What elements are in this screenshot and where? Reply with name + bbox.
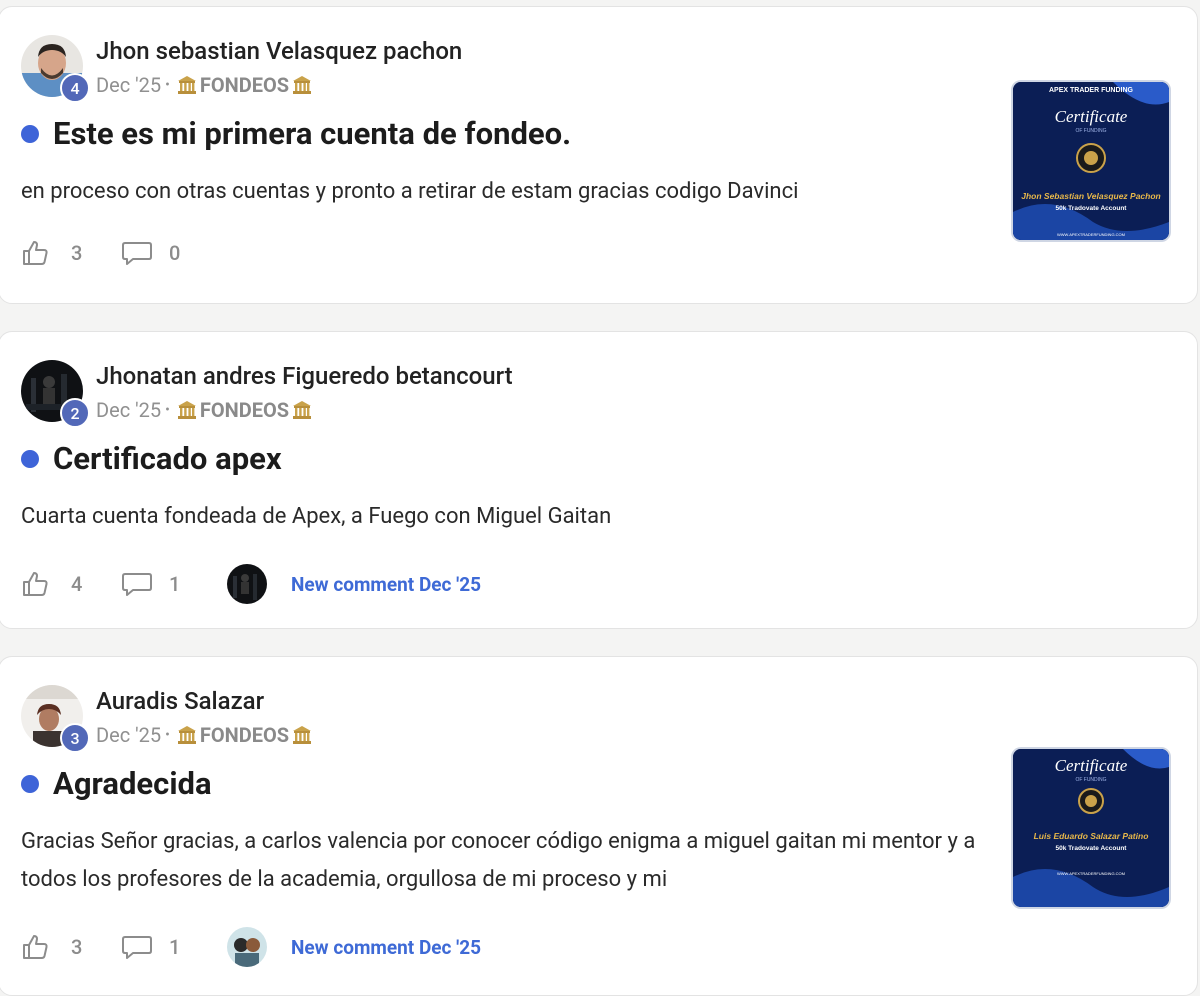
comment-count: 1 [169, 935, 181, 959]
post-date: Dec '25 [96, 723, 162, 747]
category-label: FONDEOS [199, 73, 290, 97]
certificate-image: APEX TRADER FUNDING Certificate OF FUNDI… [1013, 82, 1169, 240]
post-card[interactable]: 2 Jhonatan andres Figueredo betancourt D… [0, 331, 1198, 629]
post-actions: 4 1 New comment Dec '25 [21, 564, 481, 604]
unread-dot [21, 449, 39, 468]
new-comment-link[interactable]: New comment Dec '25 [291, 936, 481, 959]
bank-icon [293, 401, 312, 419]
post-title[interactable]: Certificado apex [53, 440, 282, 477]
post-actions: 3 0 [21, 239, 189, 267]
cert-account: 50k Tradovate Account [1056, 845, 1128, 852]
like-button[interactable]: 3 [21, 933, 91, 961]
thumbs-up-icon [23, 572, 48, 596]
post-title[interactable]: Este es mi primera cuenta de fondeo. [53, 115, 571, 152]
like-count: 3 [71, 935, 83, 959]
comments-button[interactable]: 1 [121, 933, 189, 961]
post-meta: Dec '25 • FONDEOS [96, 73, 315, 97]
cert-url: WWW.APEXTRADERFUNDING.COM [1057, 232, 1125, 237]
comments-button[interactable]: 0 [121, 239, 189, 267]
post-meta: Dec '25 • FONDEOS [96, 398, 315, 422]
like-button[interactable]: 4 [21, 570, 91, 598]
comments-button[interactable]: 1 [121, 570, 189, 598]
post-thumbnail[interactable]: APEX TRADER FUNDING Certificate OF FUNDI… [1011, 80, 1171, 242]
post-body: Cuarta cuenta fondeada de Apex, a Fuego … [21, 504, 612, 529]
bank-icon [177, 726, 196, 744]
separator-dot: • [165, 402, 170, 418]
like-button[interactable]: 3 [21, 239, 91, 267]
author-name[interactable]: Auradis Salazar [96, 687, 264, 715]
category-tag[interactable]: FONDEOS [174, 398, 315, 422]
author-name[interactable]: Jhon sebastian Velasquez pachon [96, 37, 462, 65]
post-meta: Dec '25 • FONDEOS [96, 723, 315, 747]
post-actions: 3 1 New comment Dec '25 [21, 927, 481, 967]
post-body: en proceso con otras cuentas y pronto a … [21, 179, 799, 204]
unread-dot [21, 124, 39, 143]
author-name[interactable]: Jhonatan andres Figueredo betancourt [96, 362, 513, 390]
author-avatar[interactable]: 4 [21, 35, 90, 103]
comment-bubble-icon [122, 936, 152, 959]
bank-icon [293, 726, 312, 744]
post-title-row[interactable]: Certificado apex [21, 440, 282, 477]
cert-heading: Certificate [1055, 107, 1128, 126]
level-badge: 3 [60, 723, 90, 753]
thumbs-up-icon [23, 935, 48, 959]
comment-bubble-icon [122, 573, 152, 596]
cert-sub: OF FUNDING [1075, 128, 1106, 134]
post-body: Gracias Señor gracias, a carlos valencia… [21, 829, 976, 892]
post-title[interactable]: Agradecida [53, 765, 212, 802]
bank-icon [177, 401, 196, 419]
author-avatar[interactable]: 2 [21, 360, 90, 428]
cert-heading: Certificate [1055, 756, 1128, 775]
cert-url: WWW.APEXTRADERFUNDING.COM [1057, 871, 1125, 876]
level-badge: 2 [60, 398, 90, 428]
post-date: Dec '25 [96, 73, 162, 97]
cert-brand: APEX TRADER FUNDING [1049, 87, 1134, 94]
bank-icon [177, 76, 196, 94]
separator-dot: • [165, 727, 170, 743]
separator-dot: • [165, 77, 170, 93]
post-feed: 4 Jhon sebastian Velasquez pachon Dec '2… [0, 0, 1200, 996]
new-comment-link[interactable]: New comment Dec '25 [291, 573, 481, 596]
post-title-row[interactable]: Este es mi primera cuenta de fondeo. [21, 115, 571, 152]
comment-bubble-icon [122, 242, 152, 265]
bank-icon [293, 76, 312, 94]
cert-sub: OF FUNDING [1075, 777, 1106, 783]
category-label: FONDEOS [199, 398, 290, 422]
level-badge: 4 [60, 73, 90, 103]
certificate-image: Certificate OF FUNDING Luis Eduardo Sala… [1013, 749, 1169, 907]
post-card[interactable]: 3 Auradis Salazar Dec '25 • FONDEOS Agra… [0, 656, 1198, 996]
category-label: FONDEOS [199, 723, 290, 747]
author-avatar[interactable]: 3 [21, 685, 90, 753]
category-tag[interactable]: FONDEOS [174, 723, 315, 747]
post-thumbnail[interactable]: Certificate OF FUNDING Luis Eduardo Sala… [1011, 747, 1171, 909]
last-commenter-avatar[interactable] [227, 564, 267, 604]
post-card[interactable]: 4 Jhon sebastian Velasquez pachon Dec '2… [0, 6, 1198, 304]
post-title-row[interactable]: Agradecida [21, 765, 212, 802]
unread-dot [21, 774, 39, 793]
comment-count: 1 [169, 572, 181, 596]
cert-name: Jhon Sebastian Velasquez Pachon [1021, 191, 1161, 201]
cert-name: Luis Eduardo Salazar Patino [1034, 831, 1149, 841]
cert-account: 50k Tradovate Account [1056, 205, 1128, 212]
category-tag[interactable]: FONDEOS [174, 73, 315, 97]
like-count: 4 [71, 572, 83, 596]
last-commenter-avatar[interactable] [227, 927, 267, 967]
thumbs-up-icon [23, 241, 48, 265]
comment-count: 0 [169, 241, 181, 265]
like-count: 3 [71, 241, 83, 265]
post-date: Dec '25 [96, 398, 162, 422]
